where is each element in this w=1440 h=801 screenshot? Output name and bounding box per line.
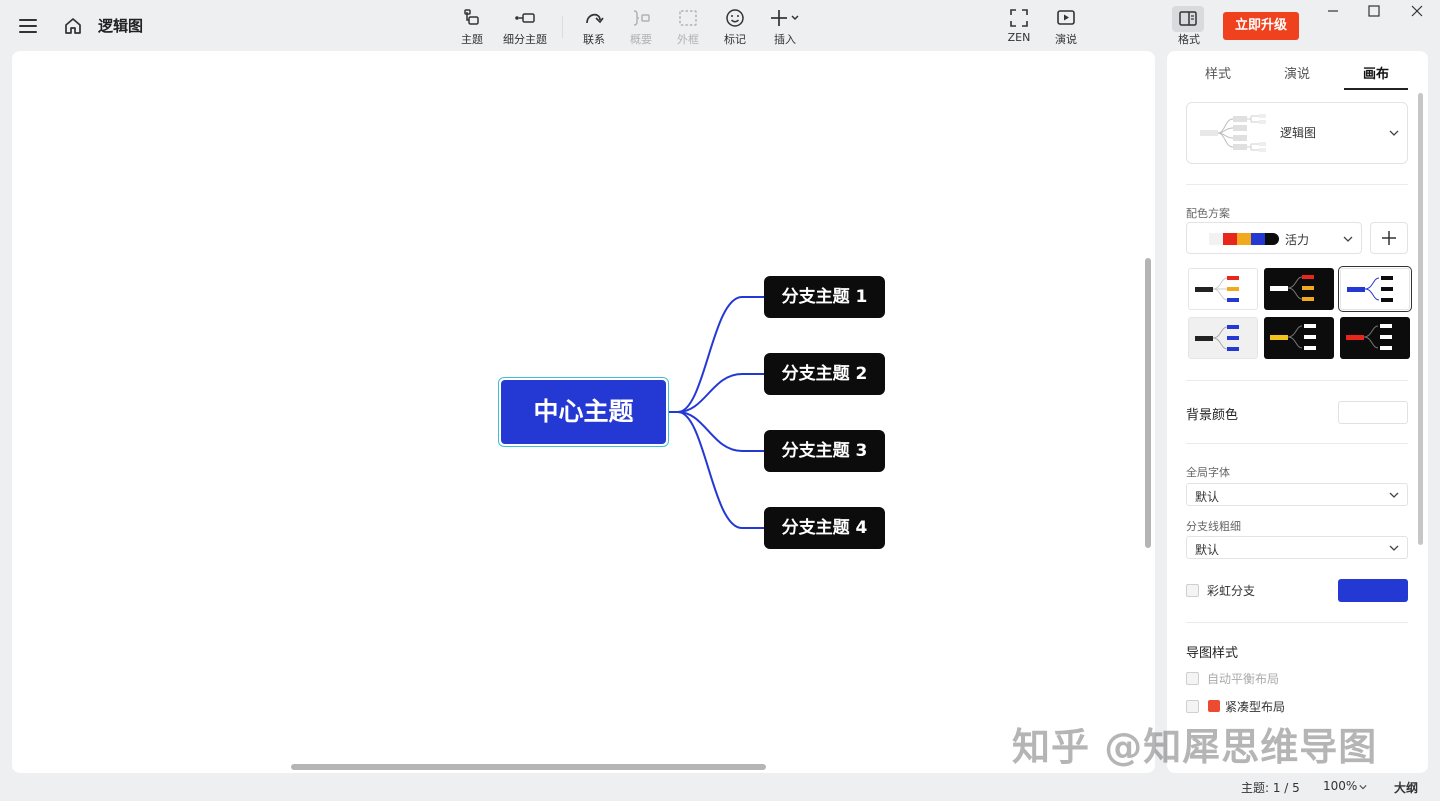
canvas-horizontal-scrollbar[interactable] [291,764,766,770]
document-title[interactable]: 逻辑图 [98,15,143,36]
tab-presentation[interactable]: 演说 [1284,63,1310,82]
top-toolbar: 逻辑图 主题 细分主题 联系 概要 外框 标记 插入 ZEN 演说 格式 立即升… [0,0,1440,50]
toolbar-divider [562,16,563,38]
add-subtopic-button[interactable]: 细分主题 [495,8,555,48]
add-topic-button[interactable]: 主题 [442,8,502,48]
close-icon[interactable] [1409,4,1425,20]
rainbow-branch-label: 彩虹分支 [1207,584,1256,598]
insert-button[interactable]: 插入 [755,8,815,48]
summary-icon [633,10,650,26]
background-color-swatch[interactable] [1338,401,1408,424]
smiley-icon [726,9,744,27]
theme-preview-icon [1195,325,1239,351]
divider [1186,443,1408,444]
chevron-down-icon [1389,545,1399,551]
outline-button[interactable]: 大纲 [1394,779,1418,796]
add-color-scheme-button[interactable] [1370,222,1408,254]
format-panel: 样式 演说 画布 逻辑图 配色方案 活力 背景颜色 全局字体 默认 分支线粗细 … [1167,51,1428,773]
divider [1186,184,1408,185]
auto-balance-label: 自动平衡布局 [1207,672,1280,686]
color-scheme-select[interactable]: 活力 [1186,222,1362,254]
divider [1186,622,1408,623]
branch-width-select[interactable]: 默认 [1186,536,1408,559]
format-panel-toggle[interactable] [1172,6,1204,32]
branch-topic-1[interactable]: 分支主题 1 [764,276,885,318]
menu-icon[interactable] [19,19,37,33]
chevron-down-icon [1389,130,1399,136]
panel-icon [1179,11,1197,26]
panel-scrollbar[interactable] [1418,93,1423,545]
relationship-icon [586,13,604,24]
global-font-value: 默认 [1195,490,1220,504]
global-font-select[interactable]: 默认 [1186,483,1408,506]
structure-value: 逻辑图 [1280,126,1317,140]
theme-preview-icon [1346,324,1392,350]
fullscreen-icon [1010,9,1028,27]
structure-select[interactable]: 逻辑图 [1186,102,1408,164]
panel-tabs: 样式 演说 画布 [1167,51,1428,91]
auto-balance-checkbox[interactable] [1186,672,1199,685]
subtopic-icon [515,13,535,23]
theme-preview-icon [1347,276,1393,302]
branch-topic-3[interactable]: 分支主题 3 [764,430,885,472]
tab-style[interactable]: 样式 [1205,63,1231,82]
topic-count: 主题: 1 / 5 [1241,781,1300,795]
play-icon [1057,10,1075,25]
central-topic[interactable]: 中心主题 [498,377,669,447]
compact-layout-checkbox[interactable] [1186,700,1199,713]
chevron-down-icon [1389,492,1399,498]
canvas-vertical-scrollbar[interactable] [1145,258,1151,548]
watermark-text: 知乎 @知犀思维导图 [1012,725,1378,769]
plus-icon [1382,231,1396,245]
theme-preview-icon [1195,276,1239,302]
theme-thumbnail-2[interactable] [1264,268,1334,310]
branch-color-swatch[interactable] [1338,579,1408,602]
branch-topic-4[interactable]: 分支主题 4 [764,507,885,549]
chevron-down-icon [1359,785,1367,790]
lock-icon [1208,700,1220,712]
insert-label: 插入 [774,33,796,46]
branch-width-value: 默认 [1195,543,1220,557]
theme-thumbnail-5[interactable] [1264,317,1334,359]
compact-layout-label: 紧凑型布局 [1225,700,1286,714]
branch-width-label: 分支线粗细 [1186,520,1241,533]
theme-thumbnail-1[interactable] [1188,268,1258,310]
presentation-label: 演说 [1055,33,1077,46]
map-style-label: 导图样式 [1186,646,1239,661]
central-topic-label: 中心主题 [501,380,666,444]
upgrade-button[interactable]: 立即升级 [1223,12,1299,40]
format-label: 格式 [1178,33,1200,46]
color-scheme-label: 配色方案 [1186,207,1230,220]
minimize-icon[interactable] [1325,4,1341,20]
theme-thumbnail-6[interactable] [1340,317,1410,359]
theme-thumbnail-3-selected[interactable] [1338,266,1412,312]
maximize-icon[interactable] [1366,4,1382,20]
theme-preview-icon [1270,324,1316,350]
topic-icon [464,9,479,25]
plus-chevron-icon [771,10,799,26]
theme-thumbnail-4[interactable] [1188,317,1258,359]
add-topic-label: 主题 [461,33,483,46]
rainbow-branch-checkbox[interactable] [1186,584,1199,597]
global-font-label: 全局字体 [1186,466,1230,479]
color-scheme-value: 活力 [1285,233,1310,247]
home-icon[interactable] [63,16,83,36]
tab-canvas[interactable]: 画布 [1363,63,1389,82]
active-tab-indicator [1344,88,1408,90]
background-color-label: 背景颜色 [1186,408,1239,423]
chevron-down-icon [1343,236,1353,242]
zoom-level[interactable]: 100% [1323,779,1367,793]
logic-chart-thumbnail-icon [1200,114,1266,152]
theme-preview-icon [1270,275,1314,301]
presentation-button[interactable]: 演说 [1036,8,1096,48]
color-scheme-swatches [1209,233,1279,245]
branch-topic-2[interactable]: 分支主题 2 [764,353,885,395]
add-subtopic-label: 细分主题 [503,33,547,46]
divider [1186,380,1408,381]
zoom-value: 100% [1323,779,1358,793]
boundary-icon [679,10,697,26]
